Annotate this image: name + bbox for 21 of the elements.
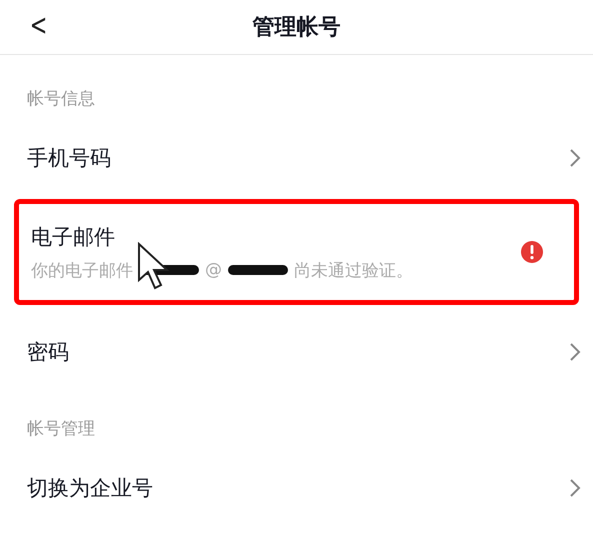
chevron-icon [569,148,581,168]
alert-icon [520,240,544,264]
section-label: 帐号信息 [26,88,96,111]
row-title: 手机号码 [27,145,112,172]
note-text: 尚未通过验证。 [294,260,413,282]
section-label: 帐号管理 [26,418,96,441]
highlighted-row[interactable]: 电子邮件 你的电子邮件 @ 尚未通过验证。 [14,199,579,305]
chevron-icon [569,478,581,498]
settings-row[interactable]: 密码 [0,319,593,385]
page-title: 管理帐号 [252,14,340,42]
row-title: 切换为企业号 [27,475,154,502]
note-text: @ [205,260,222,280]
row-title: 密码 [27,339,70,366]
mouse-cursor-icon [137,242,171,290]
settings-row[interactable]: 切换为企业号 [0,455,593,521]
note-text: 你的电子邮件 [31,260,133,282]
row-title: 电子邮件 [31,224,116,250]
back-button[interactable]: < [26,8,52,43]
chevron-icon [569,342,581,362]
redaction-mark [228,265,288,275]
settings-row[interactable]: 手机号码 [0,125,593,191]
